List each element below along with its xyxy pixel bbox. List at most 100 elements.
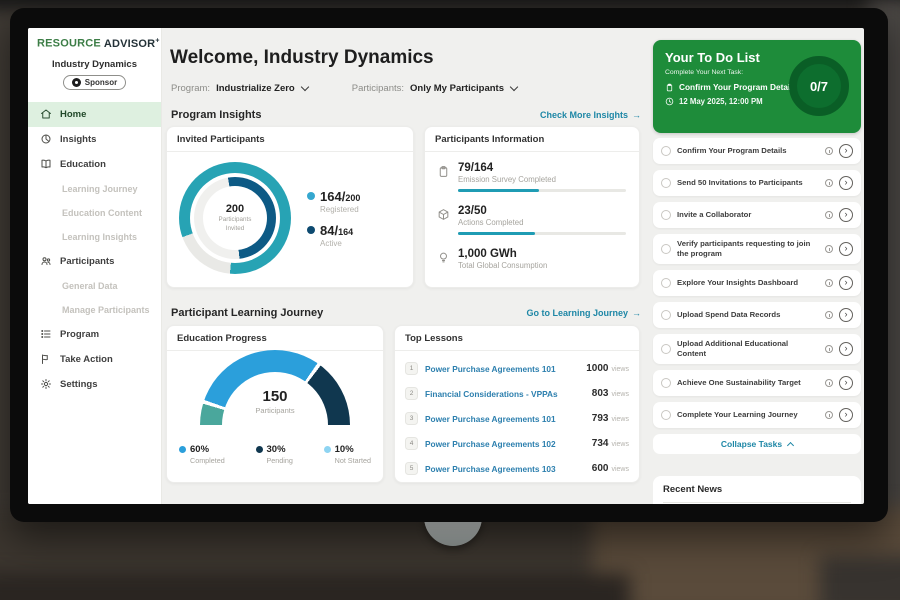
sidebar-item-learning-insights[interactable]: Learning Insights bbox=[28, 225, 161, 249]
chevron-right-icon[interactable]: › bbox=[839, 176, 853, 190]
lesson-views: 793 bbox=[592, 413, 609, 424]
chevron-right-icon[interactable]: › bbox=[839, 276, 853, 290]
task-row-achieve-sustainability-target[interactable]: Achieve One Sustainability Target › bbox=[653, 370, 861, 396]
sidebar-item-label: Education bbox=[60, 159, 106, 170]
lesson-link[interactable]: Power Purchase Agreements 103 bbox=[425, 464, 585, 474]
legend-item-pending: 30% Pending bbox=[256, 444, 293, 465]
checkbox[interactable] bbox=[661, 244, 671, 254]
checkbox[interactable] bbox=[661, 410, 671, 420]
participants-label: Participants: bbox=[352, 83, 404, 94]
sidebar-item-home[interactable]: Home bbox=[28, 102, 161, 127]
box-icon bbox=[437, 208, 450, 221]
participants-information-card: Participants Information 79/164 Emission… bbox=[424, 126, 640, 288]
gauge-center-value: 150 bbox=[167, 388, 383, 405]
go-to-learning-journey-link[interactable]: Go to Learning Journey → bbox=[526, 308, 641, 318]
task-row-upload-spend-data[interactable]: Upload Spend Data Records › bbox=[653, 302, 861, 328]
chevron-right-icon[interactable]: › bbox=[839, 408, 853, 422]
task-row-complete-learning-journey[interactable]: Complete Your Learning Journey › bbox=[653, 402, 861, 428]
info-label: Emission Survey Completed bbox=[458, 175, 626, 184]
chevron-right-icon[interactable]: › bbox=[839, 242, 853, 256]
chevron-right-icon[interactable]: › bbox=[839, 376, 853, 390]
sidebar-item-participants[interactable]: Participants bbox=[28, 249, 161, 274]
clock-icon bbox=[825, 311, 833, 319]
logo-primary: RESOURCE bbox=[37, 38, 101, 50]
sidebar-item-take-action[interactable]: Take Action bbox=[28, 347, 161, 372]
info-value: 1,000 GWh bbox=[458, 248, 547, 260]
participants-value: Only My Participants bbox=[410, 83, 504, 94]
filter-bar: Program: Industrialize Zero Participants… bbox=[171, 83, 517, 94]
sidebar-item-education-content[interactable]: Education Content bbox=[28, 201, 161, 225]
task-row-confirm-program-details[interactable]: Confirm Your Program Details › bbox=[653, 138, 861, 164]
task-row-verify-participants[interactable]: Verify participants requesting to join t… bbox=[653, 234, 861, 264]
legend-item-registered: 164/200 Registered bbox=[307, 189, 360, 214]
chevron-right-icon[interactable]: › bbox=[839, 342, 853, 356]
task-label: Upload Spend Data Records bbox=[677, 310, 819, 320]
lesson-link[interactable]: Financial Considerations - VPPAs bbox=[425, 389, 585, 399]
progress-fill bbox=[458, 232, 535, 235]
views-label: views bbox=[611, 366, 629, 373]
top-lessons-card: Top Lessons 1 Power Purchase Agreements … bbox=[394, 325, 640, 483]
lesson-row: 3 Power Purchase Agreements 101 793views bbox=[405, 406, 629, 431]
sidebar-item-program[interactable]: Program bbox=[28, 322, 161, 347]
lesson-rank: 5 bbox=[405, 462, 418, 475]
collapse-tasks-link[interactable]: Collapse Tasks bbox=[653, 434, 861, 454]
invited-card-body: 200 Participants Invited 164/200 Registe… bbox=[167, 152, 413, 282]
chevron-down-icon bbox=[510, 83, 518, 91]
info-label: Total Global Consumption bbox=[458, 261, 547, 270]
take-action-icon bbox=[40, 353, 52, 365]
chevron-right-icon[interactable]: › bbox=[839, 144, 853, 158]
info-row-emission-survey: 79/164 Emission Survey Completed bbox=[437, 162, 627, 192]
checkbox[interactable] bbox=[661, 146, 671, 156]
legend-label: Active bbox=[320, 239, 360, 248]
task-label: Complete Your Learning Journey bbox=[677, 410, 819, 420]
sidebar-item-insights[interactable]: Insights bbox=[28, 127, 161, 152]
legend-item-not-started: 10% Not Started bbox=[324, 444, 371, 465]
progress-track bbox=[458, 189, 626, 192]
lesson-link[interactable]: Power Purchase Agreements 101 bbox=[425, 414, 585, 424]
sidebar-item-settings[interactable]: Settings bbox=[28, 372, 161, 397]
task-row-send-invitations[interactable]: Send 50 Invitations to Participants › bbox=[653, 170, 861, 196]
sidebar-item-education[interactable]: Education bbox=[28, 152, 161, 177]
info-row-actions: 23/50 Actions Completed bbox=[437, 205, 627, 235]
task-row-upload-educational-content[interactable]: Upload Additional Educational Content › bbox=[653, 334, 861, 364]
lesson-link[interactable]: Power Purchase Agreements 102 bbox=[425, 439, 585, 449]
checkbox[interactable] bbox=[661, 344, 671, 354]
lesson-link[interactable]: Power Purchase Agreements 101 bbox=[425, 364, 579, 374]
checkbox[interactable] bbox=[661, 310, 671, 320]
checkbox[interactable] bbox=[661, 178, 671, 188]
todo-progress-ring: 0/7 bbox=[789, 56, 849, 116]
sidebar-item-label: Participants bbox=[60, 256, 114, 267]
task-row-invite-collaborator[interactable]: Invite a Collaborator › bbox=[653, 202, 861, 228]
lesson-rank: 3 bbox=[405, 412, 418, 425]
sidebar-item-label: Program bbox=[60, 329, 99, 340]
checkbox[interactable] bbox=[661, 278, 671, 288]
chevron-right-icon[interactable]: › bbox=[839, 208, 853, 222]
lesson-rank: 1 bbox=[405, 362, 418, 375]
sidebar-item-manage-participants[interactable]: Manage Participants bbox=[28, 298, 161, 322]
divider bbox=[663, 502, 851, 503]
views-label: views bbox=[611, 466, 629, 473]
task-row-explore-insights[interactable]: Explore Your Insights Dashboard › bbox=[653, 270, 861, 296]
sidebar-item-general-data[interactable]: General Data bbox=[28, 274, 161, 298]
task-label: Achieve One Sustainability Target bbox=[677, 378, 819, 388]
lesson-row: 1 Power Purchase Agreements 101 1000view… bbox=[405, 356, 629, 381]
chevron-right-icon[interactable]: › bbox=[839, 308, 853, 322]
checkbox[interactable] bbox=[661, 378, 671, 388]
arrow-right-icon: → bbox=[632, 308, 641, 318]
lightbulb-icon bbox=[437, 251, 450, 264]
program-select[interactable]: Program: Industrialize Zero bbox=[171, 83, 308, 94]
top-lessons-list: 1 Power Purchase Agreements 101 1000view… bbox=[395, 351, 639, 481]
sidebar-item-learning-journey[interactable]: Learning Journey bbox=[28, 177, 161, 201]
participants-select[interactable]: Participants: Only My Participants bbox=[352, 83, 517, 94]
checkbox[interactable] bbox=[661, 210, 671, 220]
progress-track bbox=[458, 232, 626, 235]
task-label: Send 50 Invitations to Participants bbox=[677, 178, 819, 188]
clock-icon bbox=[825, 345, 833, 353]
task-label: Verify participants requesting to join t… bbox=[677, 239, 819, 259]
sidebar: RESOURCE ADVISOR+ Industry Dynamics Spon… bbox=[28, 28, 162, 504]
task-label: Invite a Collaborator bbox=[677, 210, 819, 220]
program-value: Industrialize Zero bbox=[216, 83, 295, 94]
check-more-insights-link[interactable]: Check More Insights → bbox=[540, 110, 641, 120]
legend-dot-registered bbox=[307, 192, 315, 200]
recent-news-title: Recent News bbox=[663, 484, 851, 495]
